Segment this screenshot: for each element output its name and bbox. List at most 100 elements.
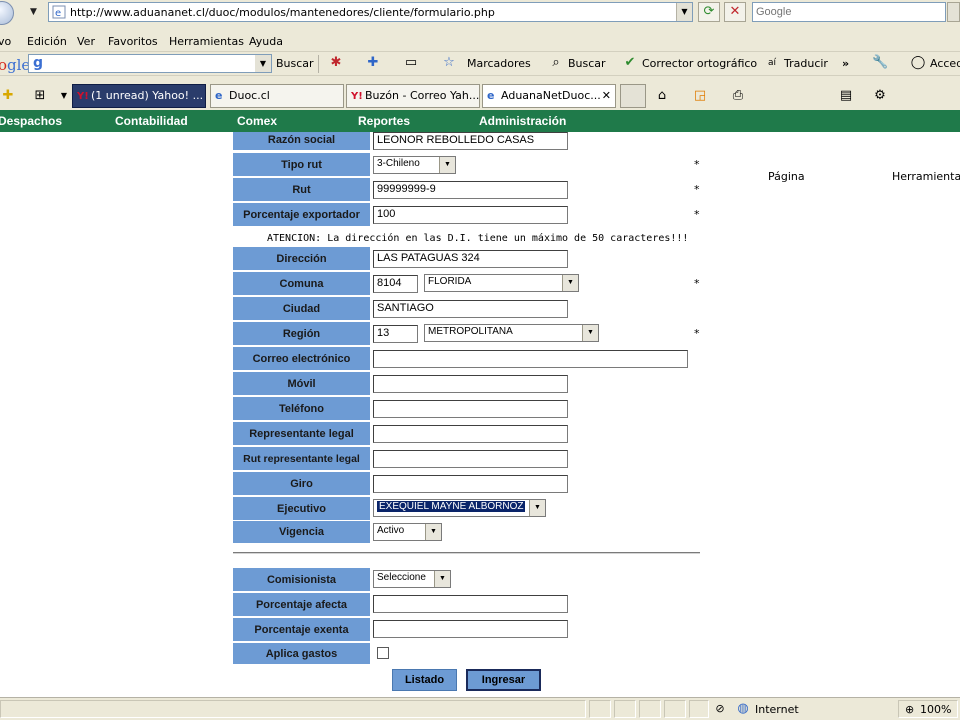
menu-herramientas[interactable]: Herramientas — [169, 35, 244, 48]
svg-text:e: e — [55, 8, 61, 19]
google-logo: ogle — [0, 56, 31, 74]
label-movil: Móvil — [233, 372, 370, 396]
ingresar-button[interactable]: Ingresar — [466, 669, 541, 691]
region-code-input[interactable]: 13 — [373, 325, 418, 343]
representante-legal-input[interactable] — [373, 425, 568, 443]
gear-icon: ⚙ — [874, 88, 886, 103]
required-mark: * — [694, 158, 700, 171]
comuna-select[interactable]: FLORIDA ▼ — [424, 274, 579, 292]
ie-page-icon: e — [52, 5, 66, 19]
rut-input[interactable]: 99999999-9 — [373, 181, 568, 199]
zone-label: Internet — [755, 703, 799, 716]
zoom-level[interactable]: 100% — [920, 703, 951, 716]
google-input-dropdown-icon[interactable]: ▼ — [255, 55, 271, 72]
close-tab-icon[interactable]: ✕ — [602, 89, 611, 102]
vigencia-select[interactable]: Activo ▼ — [373, 523, 442, 541]
comisionista-select[interactable]: Seleccione ▼ — [373, 570, 451, 588]
tab-label: (1 unread) Yahoo! ... — [91, 89, 204, 102]
star-icon[interactable]: ☆ — [441, 55, 457, 71]
wrench-icon[interactable]: 🔧 — [872, 55, 888, 71]
movil-input[interactable] — [373, 375, 568, 393]
quick-tabs-icon[interactable]: ⊞ — [32, 88, 48, 104]
print-icon[interactable]: ⎙ — [730, 88, 746, 104]
pagina-menu[interactable]: Página — [768, 170, 805, 183]
favorites-star-icon[interactable]: ✚ — [0, 88, 16, 104]
ciudad-input[interactable]: SANTIAGO — [373, 300, 568, 318]
ie-icon: e — [487, 89, 495, 102]
label-porcentaje-exportador: Porcentaje exportador — [233, 203, 370, 227]
back-button[interactable] — [0, 1, 14, 25]
protected-mode-icon: ⊘ — [715, 702, 725, 715]
browser-chrome: ▼ e http://www.aduananet.cl/duoc/modulos… — [0, 0, 960, 183]
label-rut: Rut — [233, 178, 370, 202]
google-search-button[interactable]: Buscar — [276, 57, 314, 70]
more-chevron-icon[interactable]: » — [842, 57, 849, 70]
aplica-gastos-checkbox[interactable] — [377, 647, 389, 659]
region-select[interactable]: METROPOLITANA ▼ — [424, 324, 599, 342]
page-menu-icon[interactable]: ▤ — [838, 88, 854, 104]
search-go-button[interactable] — [947, 2, 960, 22]
circle-icon[interactable]: ◯ — [910, 55, 926, 71]
nav-despachos[interactable]: Despachos — [0, 114, 62, 128]
razon-social-input[interactable]: LEONOR REBOLLEDO CASAS — [373, 132, 568, 150]
nav-administracion[interactable]: Administración — [479, 114, 566, 128]
marcadores-button[interactable]: Marcadores — [467, 57, 531, 70]
listado-button[interactable]: Listado — [392, 669, 457, 691]
home-icon[interactable]: ⌂ — [654, 88, 670, 104]
menu-ayuda[interactable]: Ayuda — [249, 35, 283, 48]
address-bar[interactable]: e http://www.aduananet.cl/duoc/modulos/m… — [48, 2, 693, 22]
google-g-icon: g — [33, 55, 44, 71]
pages-icon[interactable]: ▭ — [403, 55, 419, 71]
label-aplica-gastos: Aplica gastos — [233, 643, 370, 665]
giro-input[interactable] — [373, 475, 568, 493]
address-dropdown-icon[interactable]: ▼ — [676, 3, 692, 21]
url-text: http://www.aduananet.cl/duoc/modulos/man… — [70, 6, 495, 19]
corrector-button[interactable]: Corrector ortográfico — [642, 57, 757, 70]
direccion-input[interactable]: LAS PATAGUAS 324 — [373, 250, 568, 268]
label-porcentaje-exenta: Porcentaje exenta — [233, 618, 370, 642]
plus-icon[interactable]: ✚ — [365, 55, 381, 71]
comuna-code-input[interactable]: 8104 — [373, 275, 418, 293]
correo-input[interactable] — [373, 350, 688, 368]
menu-favoritos[interactable]: Favoritos — [108, 35, 158, 48]
browser-search-input[interactable] — [752, 2, 946, 22]
acced-button[interactable]: Acced — [930, 57, 960, 70]
stop-icon[interactable]: ✕ — [724, 2, 746, 22]
buscar-button[interactable]: Buscar — [568, 57, 606, 70]
google-toolbar-input[interactable]: g ▼ — [28, 54, 272, 73]
telefono-input[interactable] — [373, 400, 568, 418]
nav-comex[interactable]: Comex — [237, 114, 277, 128]
required-mark: * — [694, 327, 700, 340]
yahoo-icon: Y! — [77, 91, 89, 102]
rut-representante-input[interactable] — [373, 450, 568, 468]
status-cell — [614, 700, 636, 718]
label-giro: Giro — [233, 472, 370, 496]
tab-buzon[interactable]: Y! Buzón - Correo Yah... — [346, 84, 480, 108]
tab-aduananet[interactable]: e AduanaNetDuoc... ✕ — [482, 84, 616, 108]
label-telefono: Teléfono — [233, 397, 370, 421]
porcentaje-exportador-input[interactable]: 100 — [373, 206, 568, 224]
porcentaje-exenta-input[interactable] — [373, 620, 568, 638]
tab-duoc[interactable]: e Duoc.cl — [210, 84, 344, 108]
bookmark-star-icon[interactable]: ✱ — [328, 55, 344, 71]
feeds-icon[interactable]: ◲ — [692, 88, 708, 104]
refresh-icon[interactable]: ⟳ — [698, 2, 720, 22]
menu-bar: vo Edición Ver Favoritos Herramientas Ay… — [0, 30, 960, 52]
tab-yahoo[interactable]: Y! (1 unread) Yahoo! ... — [72, 84, 206, 108]
chevron-down-icon: ▼ — [425, 524, 441, 540]
ejecutivo-select[interactable]: EXEQUIEL MAYNE ALBORNOZ ▼ — [373, 499, 546, 517]
nav-contabilidad[interactable]: Contabilidad — [115, 114, 188, 128]
menu-edicion[interactable]: Edición — [27, 35, 67, 48]
menu-ver[interactable]: Ver — [77, 35, 95, 48]
tab-list-icon[interactable]: ▼ — [56, 88, 72, 104]
label-representante-legal: Representante legal — [233, 422, 370, 446]
porcentaje-afecta-input[interactable] — [373, 595, 568, 613]
tab-strip: ✚ ⊞ ▼ Y! (1 unread) Yahoo! ... e Duoc.cl Y… — [0, 82, 960, 183]
nav-reportes[interactable]: Reportes — [358, 114, 410, 128]
new-tab-button[interactable] — [620, 84, 646, 108]
tipo-rut-select[interactable]: 3-Chileno ▼ — [373, 156, 456, 174]
traducir-button[interactable]: Traducir — [784, 57, 828, 70]
history-dropdown-icon[interactable]: ▼ — [30, 7, 37, 17]
herramientas-menu[interactable]: Herramientas — [892, 170, 960, 183]
menu-archivo[interactable]: vo — [0, 35, 11, 48]
